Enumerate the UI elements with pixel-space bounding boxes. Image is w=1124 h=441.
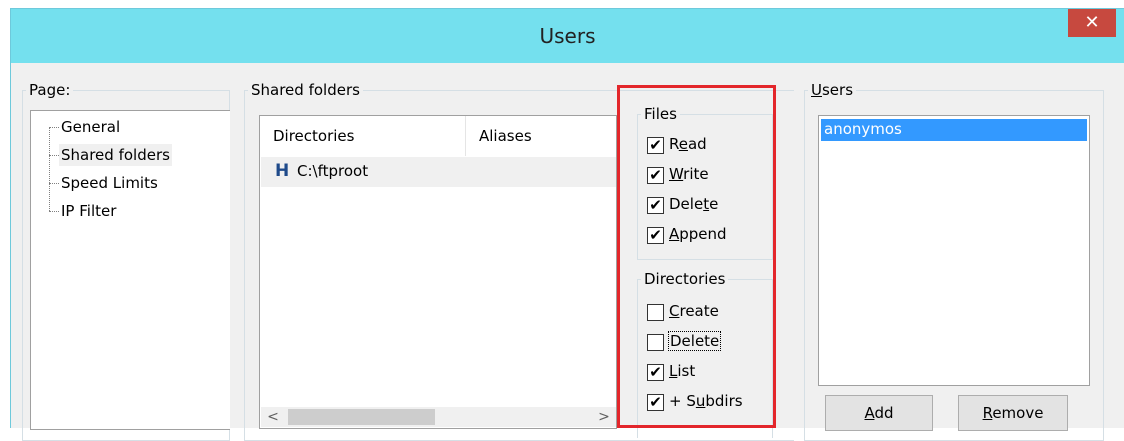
home-folder-icon: H bbox=[275, 161, 290, 181]
add-user-button[interactable]: Add bbox=[825, 395, 933, 431]
list-item[interactable]: anonymos bbox=[821, 119, 1087, 141]
users-list[interactable]: anonymos bbox=[818, 115, 1090, 386]
tree-item-speed-limits[interactable]: Speed Limits bbox=[59, 172, 160, 194]
scroll-thumb[interactable] bbox=[288, 409, 435, 425]
tree-connector bbox=[49, 127, 50, 211]
tree-connector bbox=[49, 183, 59, 184]
directories-list[interactable]: Directories Aliases H C:\ftproot < > bbox=[259, 115, 617, 429]
column-aliases[interactable]: Aliases bbox=[466, 116, 616, 156]
users-dialog: Users ✕ Page: General Shared folders Spe… bbox=[10, 8, 1124, 441]
page-label: Page: bbox=[29, 81, 71, 99]
page-tree[interactable]: General Shared folders Speed Limits IP F… bbox=[30, 110, 230, 430]
tree-item-shared-folders[interactable]: Shared folders bbox=[59, 144, 172, 166]
highlight-box bbox=[617, 85, 776, 428]
title-bar[interactable]: Users ✕ bbox=[11, 9, 1124, 63]
table-row[interactable]: H C:\ftproot bbox=[261, 157, 616, 187]
tree-item-general[interactable]: General bbox=[59, 116, 122, 138]
window-title: Users bbox=[539, 24, 596, 48]
shared-folders-label: Shared folders bbox=[251, 81, 360, 99]
close-icon: ✕ bbox=[1084, 12, 1100, 33]
tree-connector bbox=[49, 211, 59, 212]
list-header: Directories Aliases bbox=[260, 116, 616, 156]
users-label: Users bbox=[811, 81, 854, 99]
directory-path: C:\ftproot bbox=[297, 162, 369, 180]
remove-user-button[interactable]: Remove bbox=[958, 395, 1068, 431]
tree-item-ip-filter[interactable]: IP Filter bbox=[59, 200, 118, 222]
column-directories[interactable]: Directories bbox=[260, 116, 466, 156]
scroll-left-icon[interactable]: < bbox=[263, 407, 283, 427]
tree-connector bbox=[49, 155, 59, 156]
horizontal-scrollbar[interactable]: < > bbox=[261, 407, 616, 427]
tree-connector bbox=[49, 127, 59, 128]
close-button[interactable]: ✕ bbox=[1068, 9, 1116, 37]
scroll-right-icon[interactable]: > bbox=[594, 407, 614, 427]
